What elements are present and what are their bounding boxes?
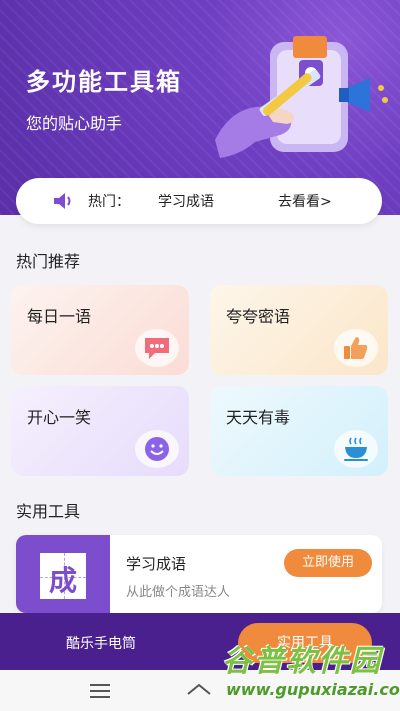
watermark-name: 谷普软件园 [222, 644, 382, 679]
phone-hand-illustration [215, 36, 388, 158]
speaker-icon [54, 193, 71, 209]
hot-topic-bar[interactable]: 热门： 学习成语 去看看> [16, 178, 382, 224]
hot-prefix: 热门： [88, 194, 130, 210]
smiley-icon [145, 437, 169, 461]
watermark: 谷普软件园 www.gupuxiazai.com [222, 636, 400, 708]
tool-item-idiom[interactable]: 成 学习成语 从此做个成语达人 立即使用 [16, 535, 382, 613]
card-daily-poison[interactable]: 天天有毒 [210, 386, 388, 476]
see-more-link[interactable]: 去看看> [278, 191, 332, 211]
card-label: 天天有毒 [226, 408, 291, 427]
card-daily-quote[interactable]: 每日一语 [11, 285, 189, 375]
section-title-hot: 热门推荐 [16, 252, 81, 271]
app-title: 多功能工具箱 [26, 68, 182, 96]
hot-drink-icon [344, 437, 368, 461]
card-compliments[interactable]: 夸夸密语 [210, 285, 388, 375]
card-jokes[interactable]: 开心一笑 [11, 386, 189, 476]
tool-description: 从此做个成语达人 [126, 585, 231, 600]
menu-icon[interactable] [90, 684, 110, 698]
idiom-char: 成 [48, 564, 77, 597]
use-now-button[interactable]: 立即使用 [284, 549, 372, 577]
watermark-url: www.gupuxiazai.com [226, 680, 400, 699]
hot-topic[interactable]: 学习成语 [158, 191, 214, 211]
section-title-tools: 实用工具 [16, 502, 81, 521]
tab-flashlight[interactable]: 酷乐手电筒 [66, 633, 136, 653]
app-subtitle: 您的贴心助手 [26, 114, 123, 133]
card-label: 每日一语 [27, 307, 92, 326]
idiom-grid-box: 成 [38, 551, 88, 601]
card-label: 开心一笑 [27, 408, 92, 427]
home-icon[interactable] [186, 682, 212, 700]
thumbs-up-icon [344, 337, 368, 359]
idiom-thumbnail: 成 [16, 535, 110, 613]
chat-bubble-icon [145, 338, 169, 359]
card-label: 夸夸密语 [226, 307, 291, 326]
tool-name: 学习成语 [126, 555, 187, 573]
